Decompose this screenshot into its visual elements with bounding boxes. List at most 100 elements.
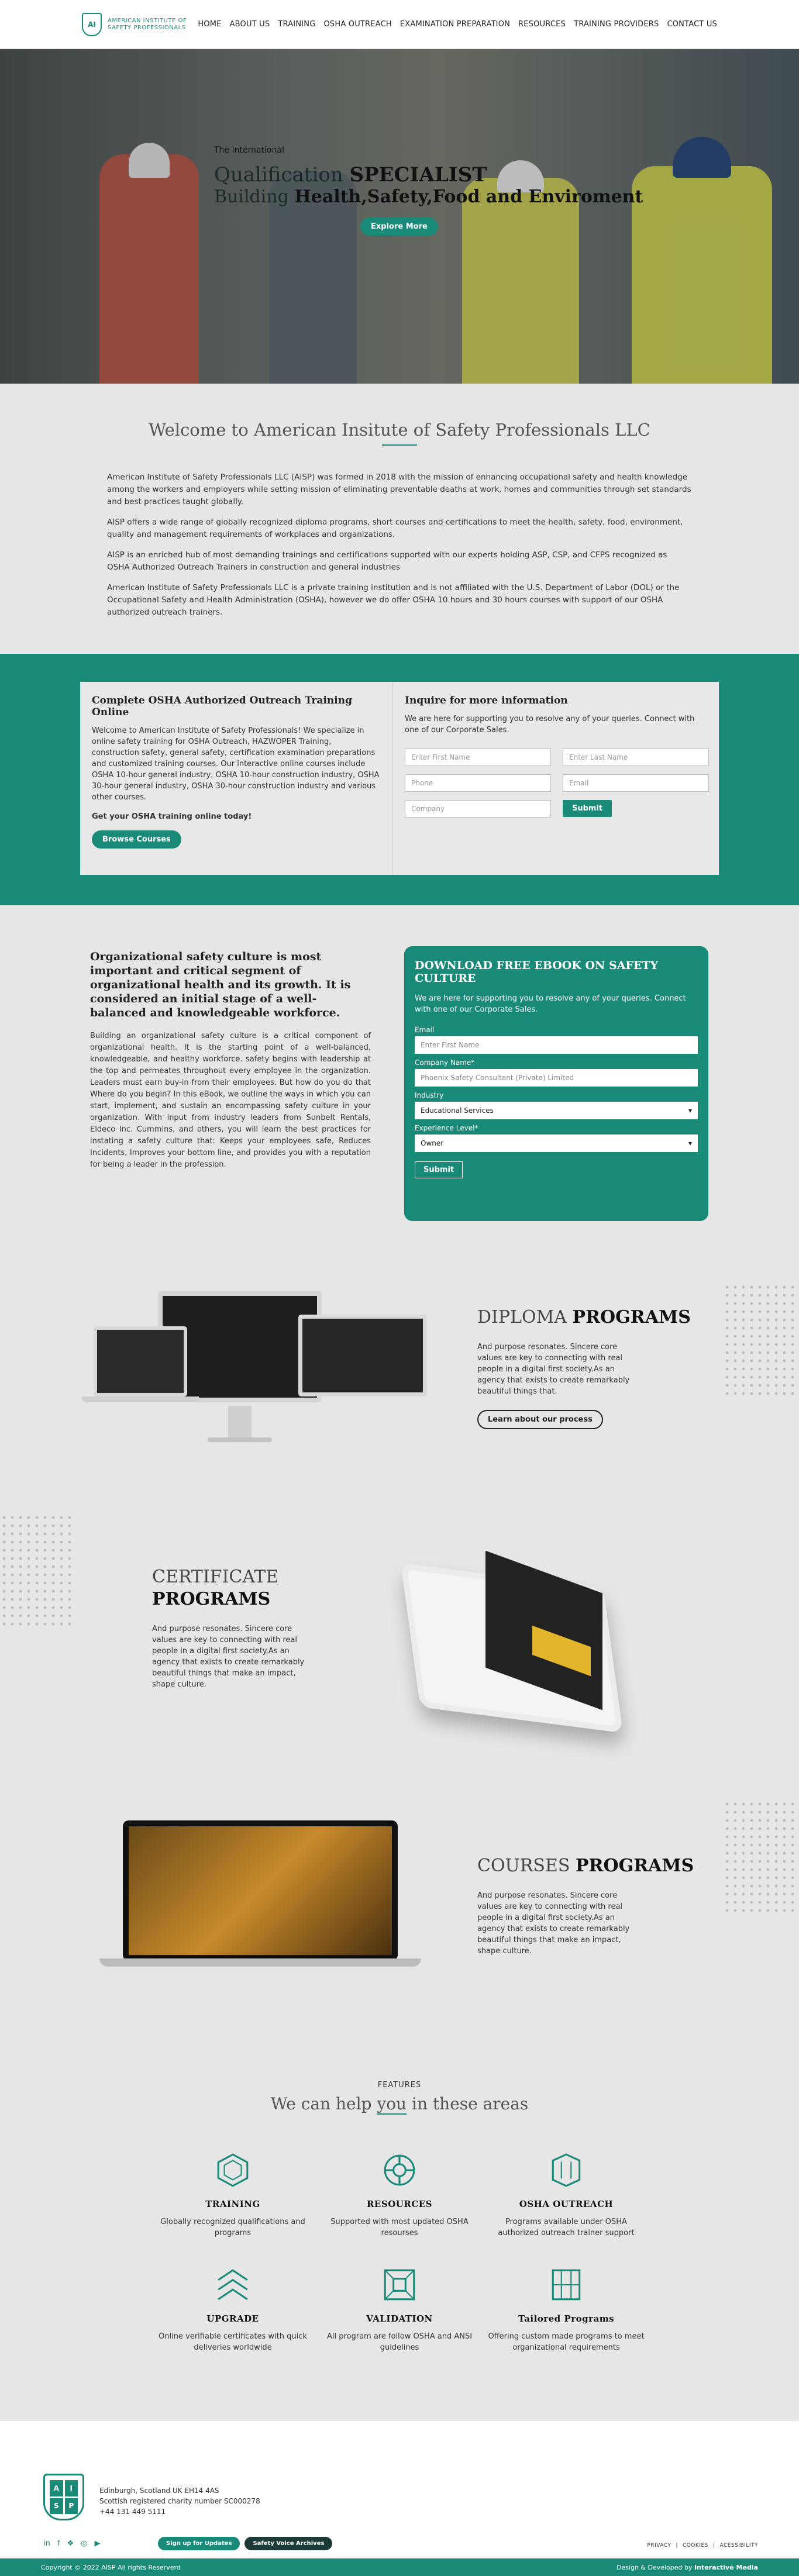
feature-text: All program are follow OSHA and ANSI gui… (326, 2332, 473, 2352)
courses-description: And purpose resonates. Sincere core valu… (477, 1891, 630, 1956)
inquire-title: Inquire for more information (405, 695, 568, 706)
diploma-text: DIPLOMA PROGRAMS And purpose resonates. … (477, 1306, 691, 1429)
first-name-input[interactable]: Enter First Name (405, 749, 551, 766)
diploma-devices-image (82, 1291, 439, 1467)
email-input[interactable]: Email (563, 774, 709, 792)
nav-training[interactable]: TRAINING (278, 20, 315, 29)
nav-training-providers[interactable]: TRAINING PROVIDERS (574, 20, 659, 29)
nav-contact-us[interactable]: CONTACT US (667, 20, 717, 29)
phone-input[interactable]: Phone (405, 774, 551, 792)
welcome-paragraph: AISP is an enriched hub of most demandin… (107, 550, 667, 572)
experience-label: Experience Level* (415, 1124, 478, 1132)
logo-letter: A (50, 2480, 63, 2496)
inquire-submit-button[interactable]: Submit (563, 800, 612, 817)
social-links: in f ❖ ◎ ▶ (43, 2539, 100, 2548)
design-company[interactable]: Interactive Media (694, 2564, 758, 2571)
hero-line-1-a: Qualification (214, 163, 350, 187)
browse-courses-button[interactable]: Browse Courses (92, 830, 181, 849)
ebook-email-input[interactable]: Enter First Name (415, 1036, 698, 1054)
link-divider: | (676, 2543, 678, 2549)
welcome-title: Welcome to American Insitute of Safety P… (149, 420, 650, 440)
copyright-bar: Copyright © 2022 AISP All rights Reserve… (0, 2558, 799, 2576)
logo-letter: I (64, 2480, 78, 2496)
osha-card: Complete OSHA Authorized Outreach Traini… (80, 682, 719, 875)
site-header: AI AMERICAN INSTITUTE OF SAFETY PROFESSI… (0, 0, 799, 49)
learn-process-button[interactable]: Learn about our process (477, 1410, 603, 1429)
frame-icon (552, 2269, 581, 2301)
certificate-tablet-image (398, 1531, 632, 1753)
design-credit: Design & Developed by Interactive Media (617, 2564, 758, 2571)
feature-resources: RESOURCES Supported with most updated OS… (318, 2152, 481, 2239)
safety-voice-archives-button[interactable]: Safety Voice Archives (244, 2537, 333, 2550)
feature-text: Globally recognized qualifications and p… (160, 2218, 305, 2237)
footer-links: PRIVACY | COOKIES | ACESSIBILITY (647, 2543, 758, 2549)
diploma-title: DIPLOMA PROGRAMS (477, 1306, 691, 1329)
features-grid: TRAINING Globally recognized qualificati… (151, 2152, 648, 2353)
diploma-section: DIPLOMA PROGRAMS And purpose resonates. … (0, 1268, 799, 1513)
hexagon-icon (217, 2153, 249, 2187)
chevron-down-icon: ▾ (688, 1106, 692, 1115)
features-title-b: you (377, 2094, 407, 2115)
chevrons-up-icon (218, 2269, 248, 2301)
facebook-icon[interactable]: f (57, 2539, 60, 2548)
copyright-text: Copyright © 2022 AISP All rights Reserve… (41, 2563, 181, 2571)
ebook-submit-button[interactable]: Submit (415, 1161, 463, 1178)
hero-text: The International Qualification SPECIALI… (214, 146, 643, 236)
certificate-title-b: PROGRAMS (152, 1589, 271, 1609)
ebook-form-title: DOWNLOAD FREE EBOOK ON SAFETY CULTURE (415, 959, 659, 985)
features-section: FEATURES We can help you in these areas … (0, 2058, 799, 2421)
company-input[interactable]: Company (405, 800, 551, 818)
site-logo[interactable]: AI AMERICAN INSTITUTE OF SAFETY PROFESSI… (82, 12, 195, 36)
footer-buttons: Sign up for Updates Safety Voice Archive… (158, 2537, 333, 2550)
explore-more-button[interactable]: Explore More (360, 218, 438, 236)
industry-select[interactable]: Educational Services ▾ (415, 1102, 698, 1119)
feature-text: Online verifiable certificates with quic… (159, 2332, 307, 2352)
hero-line-2-a: Building (214, 187, 295, 207)
osha-text: Welcome to American Institute of Safety … (92, 726, 380, 802)
chevron-down-icon: ▾ (688, 1139, 692, 1147)
dot-pattern (0, 1513, 76, 1630)
features-title-a: We can help (270, 2094, 377, 2113)
dot-pattern (723, 1800, 799, 1917)
ebook-company-input[interactable]: Phoenix Safety Consultant (Private) Limi… (415, 1069, 698, 1087)
phone-number: +44 131 449 5111 (99, 2508, 166, 2516)
osha-title: Complete OSHA Authorized Outreach Traini… (92, 695, 352, 718)
twitter-icon[interactable]: ❖ (67, 2539, 74, 2548)
youtube-icon[interactable]: ▶ (94, 2539, 100, 2548)
linkedin-icon[interactable]: in (43, 2539, 50, 2548)
diploma-title-a: DIPLOMA (477, 1307, 573, 1327)
logo-text: AMERICAN INSTITUTE OF SAFETY PROFESSIONA… (108, 17, 187, 31)
nav-osha-outreach[interactable]: OSHA OUTREACH (323, 20, 391, 29)
signup-updates-button[interactable]: Sign up for Updates (158, 2537, 240, 2550)
main-nav: HOME ABOUT US TRAINING OSHA OUTREACH EXA… (198, 20, 717, 29)
welcome-paragraph: American Institute of Safety Professiona… (107, 583, 680, 617)
hero-line-1-b: SPECIALIST (349, 163, 487, 187)
design-label: Design & Developed by (616, 2563, 693, 2571)
feature-text: Offering custom made programs to meet or… (488, 2332, 645, 2352)
nav-about-us[interactable]: ABOUT US (230, 20, 270, 29)
nav-examination-preparation[interactable]: EXAMINATION PREPARATION (400, 20, 510, 29)
features-title: We can help you in these areas (0, 2094, 799, 2115)
feature-training: TRAINING Globally recognized qualificati… (151, 2152, 315, 2239)
feature-title: RESOURCES (366, 2199, 433, 2209)
certificate-section: CERTIFICATE PROGRAMS And purpose resonate… (0, 1513, 799, 1782)
last-name-input[interactable]: Enter Last Name (563, 749, 709, 766)
experience-select[interactable]: Owner ▾ (415, 1134, 698, 1152)
certificate-description: And purpose resonates. Sincere core valu… (152, 1625, 305, 1689)
courses-section: COURSES PROGRAMS And purpose resonates. … (0, 1782, 799, 2058)
feature-title: OSHA OUTREACH (519, 2199, 614, 2209)
accessibility-link[interactable]: ACESSIBILITY (719, 2543, 758, 2549)
ebook-section: Organizational safety culture is most im… (0, 905, 799, 1268)
footer-logo[interactable]: A I S P (43, 2474, 84, 2520)
instagram-icon[interactable]: ◎ (81, 2539, 87, 2548)
privacy-link[interactable]: PRIVACY (647, 2543, 671, 2549)
diploma-description: And purpose resonates. Sincere core valu… (477, 1343, 630, 1396)
osha-info: Complete OSHA Authorized Outreach Traini… (80, 682, 393, 875)
nav-home[interactable]: HOME (198, 20, 221, 29)
cookies-link[interactable]: COOKIES (683, 2543, 708, 2549)
osha-cta-text: Get your OSHA training online today! (92, 812, 252, 821)
welcome-section: Welcome to American Insitute of Safety P… (0, 384, 799, 654)
feature-text: Programs available under OSHA authorized… (498, 2218, 635, 2237)
title-underline (382, 444, 417, 446)
nav-resources[interactable]: RESOURCES (518, 20, 566, 29)
